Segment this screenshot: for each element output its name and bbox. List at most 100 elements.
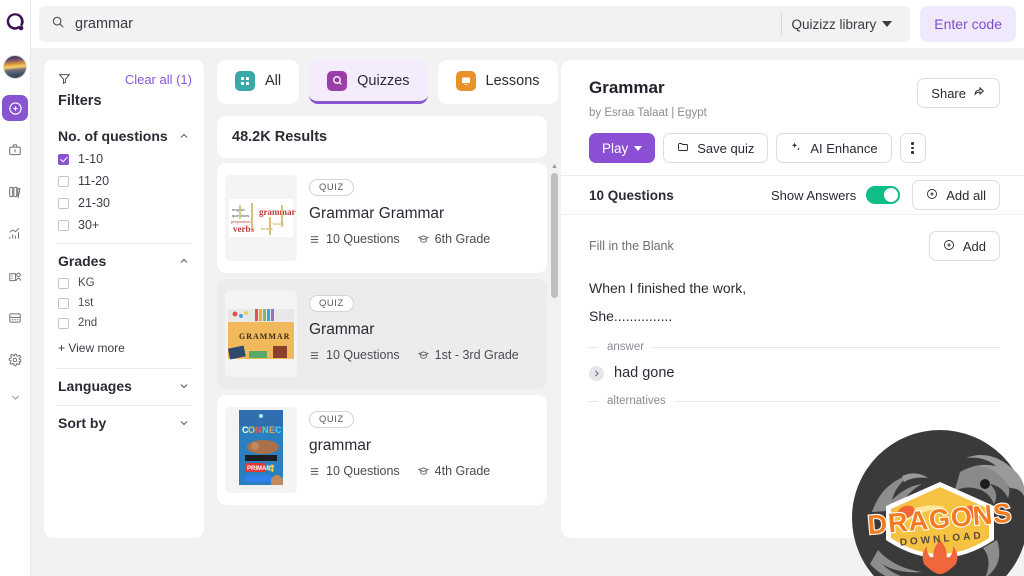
tab-all[interactable]: All bbox=[217, 60, 299, 104]
play-label: Play bbox=[602, 141, 628, 156]
svg-text:N: N bbox=[262, 425, 269, 435]
chevron-down-icon bbox=[634, 146, 642, 151]
add-question-button[interactable]: Add bbox=[929, 231, 1000, 261]
filter-option-label: 21-30 bbox=[78, 196, 110, 210]
add-all-button[interactable]: Add all bbox=[912, 180, 1000, 210]
save-quiz-button[interactable]: Save quiz bbox=[663, 133, 768, 163]
ai-enhance-button[interactable]: AI Enhance bbox=[776, 133, 891, 163]
filter-group-title: Sort by bbox=[58, 415, 106, 431]
svg-text:GRAMMAR: GRAMMAR bbox=[239, 332, 290, 341]
filters-title: Filters bbox=[58, 93, 102, 109]
show-answers-toggle[interactable] bbox=[866, 186, 900, 204]
results-list: grammar english questions prepositions v… bbox=[217, 163, 547, 576]
divider-right bbox=[675, 401, 1000, 402]
results-count: 48.2K Results bbox=[217, 116, 547, 158]
filter-option-11-20[interactable]: 11-20 bbox=[56, 170, 192, 192]
answer-row[interactable]: had gone bbox=[589, 365, 1000, 381]
result-card-info: QUIZ Grammar Grammar 10 Questions bbox=[309, 175, 535, 261]
filter-group-title: Languages bbox=[58, 378, 132, 394]
sidebar-item-settings[interactable] bbox=[2, 347, 28, 373]
result-card-meta: 10 Questions 6th Grade bbox=[309, 232, 535, 246]
chevron-down-icon bbox=[178, 380, 190, 392]
filter-group-languages[interactable]: Languages bbox=[56, 372, 192, 398]
sidebar-item-library-books[interactable] bbox=[2, 179, 28, 205]
enter-code-button[interactable]: Enter code bbox=[920, 6, 1016, 42]
more-options-button[interactable] bbox=[900, 133, 926, 163]
checkbox-icon[interactable] bbox=[58, 318, 69, 329]
svg-text:N: N bbox=[255, 425, 262, 435]
search-input[interactable] bbox=[75, 16, 777, 32]
funnel-icon bbox=[58, 72, 71, 90]
result-card-title: Grammar bbox=[309, 321, 535, 339]
question-list-icon bbox=[309, 350, 320, 361]
filter-option-label: KG bbox=[78, 277, 95, 289]
clear-all-button[interactable]: Clear all (1) bbox=[125, 72, 192, 87]
question-text-line-2: She............... bbox=[589, 306, 1000, 328]
divider-left bbox=[589, 401, 598, 402]
svg-text:tenses: tenses bbox=[261, 226, 273, 231]
scroll-up-arrow-icon[interactable]: ▲ bbox=[551, 163, 558, 170]
filter-group-sort-by[interactable]: Sort by bbox=[56, 409, 192, 435]
scrollbar-thumb[interactable] bbox=[551, 173, 558, 298]
sidebar-item-classes[interactable] bbox=[2, 263, 28, 289]
question-list-icon bbox=[309, 466, 320, 477]
answer-divider: answer bbox=[589, 341, 1000, 353]
result-card-grade: 4th Grade bbox=[435, 464, 491, 478]
tab-lessons[interactable]: Lessons bbox=[438, 60, 558, 104]
checkbox-icon[interactable] bbox=[58, 278, 69, 289]
quiz-preview-panel: Grammar by Esraa Talaat | Egypt Share Pl… bbox=[561, 60, 1024, 538]
filter-group-no-of-questions[interactable]: No. of questions bbox=[56, 122, 192, 148]
add-question-label: Add bbox=[963, 239, 986, 254]
filter-option-30-plus[interactable]: 30+ bbox=[56, 214, 192, 236]
rail-expand-chevron-icon[interactable] bbox=[9, 391, 22, 409]
sidebar-item-create[interactable] bbox=[2, 95, 28, 121]
sidebar-item-explore[interactable] bbox=[2, 305, 28, 331]
filter-group-grades[interactable]: Grades bbox=[56, 247, 192, 273]
checkbox-icon[interactable] bbox=[58, 220, 69, 231]
tab-quizzes[interactable]: Quizzes bbox=[309, 60, 427, 104]
checkbox-icon[interactable] bbox=[58, 198, 69, 209]
sidebar-item-my-library[interactable] bbox=[2, 137, 28, 163]
grades-view-more-button[interactable]: + View more bbox=[56, 333, 192, 361]
chevron-right-icon bbox=[589, 366, 604, 381]
checkbox-icon[interactable] bbox=[58, 298, 69, 309]
svg-text:C: C bbox=[275, 425, 282, 435]
checkbox-checked-icon[interactable] bbox=[58, 154, 69, 165]
checkbox-icon[interactable] bbox=[58, 176, 69, 187]
result-card-grade: 6th Grade bbox=[435, 232, 491, 246]
share-label: Share bbox=[931, 86, 966, 101]
quiz-thumbnail: grammar english questions prepositions v… bbox=[225, 175, 297, 261]
filter-option-2nd[interactable]: 2nd bbox=[56, 313, 192, 333]
filter-group-title: Grades bbox=[58, 253, 106, 269]
folder-icon bbox=[677, 141, 689, 156]
result-card-meta: 10 Questions 4th Grade bbox=[309, 464, 535, 478]
svg-text:grammar: grammar bbox=[259, 207, 295, 217]
filter-option-1-10[interactable]: 1-10 bbox=[56, 148, 192, 170]
user-avatar[interactable] bbox=[3, 55, 27, 79]
results-scrollbar[interactable]: ▲ bbox=[550, 163, 559, 576]
result-card[interactable]: grammar english questions prepositions v… bbox=[217, 163, 547, 273]
play-button[interactable]: Play bbox=[589, 133, 655, 163]
sidebar-item-reports[interactable] bbox=[2, 221, 28, 247]
result-card[interactable]: GRAMMAR QUIZ Grammar bbox=[217, 279, 547, 389]
search-icon bbox=[51, 15, 65, 34]
quizizz-library-dropdown[interactable]: Quizizz library bbox=[792, 17, 899, 32]
share-button[interactable]: Share bbox=[917, 78, 1000, 108]
quizizz-logo[interactable] bbox=[3, 10, 27, 34]
main-area: Quizizz library Enter code Clear all (1)… bbox=[31, 0, 1024, 576]
filter-option-1st[interactable]: 1st bbox=[56, 293, 192, 313]
chevron-up-icon bbox=[178, 130, 190, 142]
grid-tile-icon bbox=[235, 71, 255, 91]
quiz-tile-icon bbox=[327, 71, 347, 91]
filter-option-kg[interactable]: KG bbox=[56, 273, 192, 293]
result-card-title: grammar bbox=[309, 437, 535, 455]
result-card[interactable]: C O N N E C PRIMARY bbox=[217, 395, 547, 505]
top-bar: Quizizz library Enter code bbox=[31, 0, 1024, 48]
result-card-questions: 10 Questions bbox=[326, 464, 400, 478]
filter-option-21-30[interactable]: 21-30 bbox=[56, 192, 192, 214]
svg-text:O: O bbox=[248, 425, 255, 435]
lesson-tile-icon bbox=[456, 71, 476, 91]
preview-header: Grammar by Esraa Talaat | Egypt Share Pl… bbox=[561, 60, 1024, 175]
search-bar[interactable]: Quizizz library bbox=[39, 6, 910, 42]
results-column: All Quizzes Lessons 4 bbox=[217, 60, 547, 576]
